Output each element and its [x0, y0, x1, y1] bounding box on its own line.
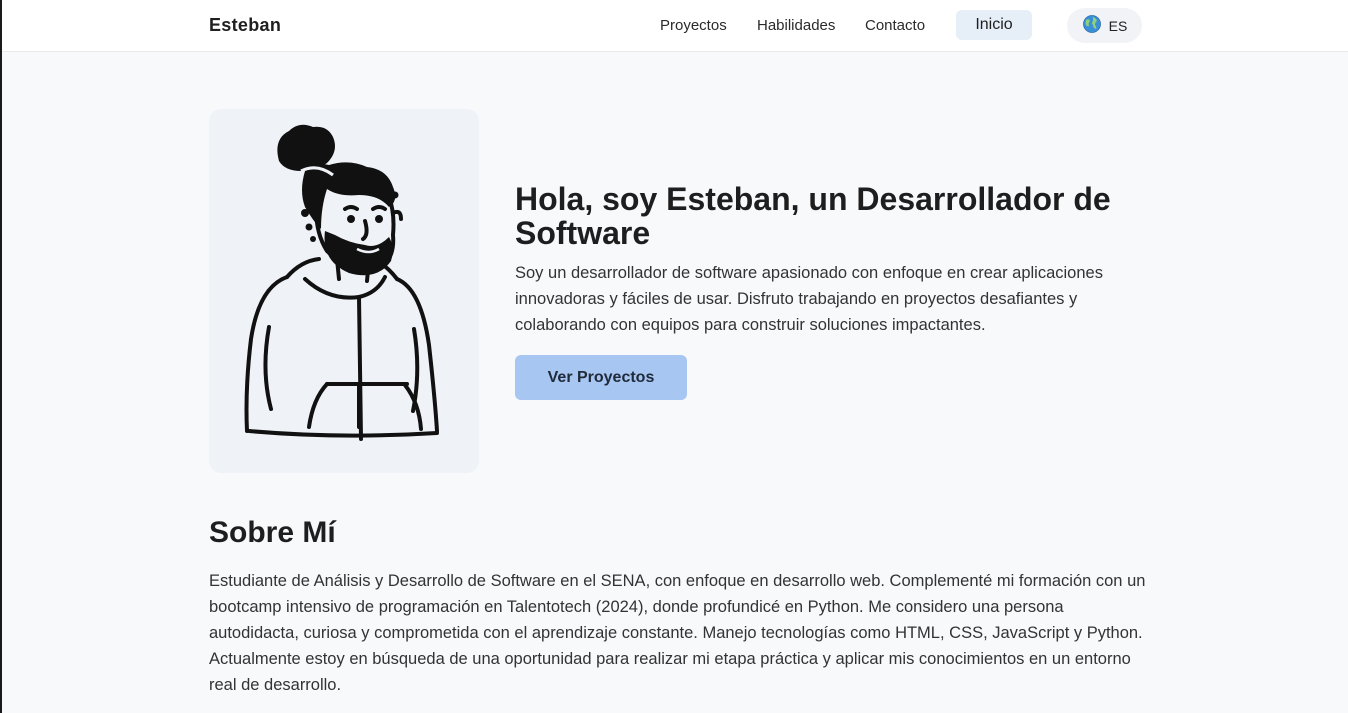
hero-title: Hola, soy Esteban, un Desarrollador de S… [515, 181, 1111, 251]
avatar-card [209, 109, 479, 473]
about-title: Sobre Mí [209, 516, 336, 549]
language-label: ES [1108, 17, 1128, 34]
nav-link-contacto[interactable]: Contacto [865, 17, 925, 34]
nav-link-proyectos[interactable]: Proyectos [660, 17, 727, 34]
hero-description: Soy un desarrollador de software apasion… [515, 264, 1103, 334]
nav-link-inicio[interactable]: Inicio [956, 10, 1032, 40]
ver-proyectos-button[interactable]: Ver Proyectos [515, 355, 687, 400]
top-navbar: Esteban Proyectos Habilidades Contacto I… [2, 0, 1348, 52]
globe-icon [1082, 14, 1102, 37]
brand-logo[interactable]: Esteban [209, 15, 281, 36]
developer-illustration-icon [244, 124, 439, 441]
nav-link-habilidades[interactable]: Habilidades [757, 17, 835, 34]
about-text: Estudiante de Análisis y Desarrollo de S… [209, 572, 1146, 694]
language-toggle[interactable]: ES [1067, 8, 1142, 43]
